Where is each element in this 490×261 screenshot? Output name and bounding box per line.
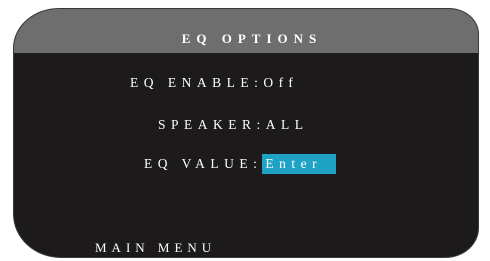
- speaker-label: SPEAKER: [158, 117, 257, 132]
- page-title: EQ OPTIONS: [181, 31, 323, 46]
- eq-value-label: EQ VALUE: [144, 156, 254, 171]
- eq-enable-label: EQ ENABLE: [130, 75, 255, 90]
- speaker-value[interactable]: ALL: [266, 115, 309, 135]
- separator: :: [254, 75, 264, 90]
- menu-item-eq-value[interactable]: EQ VALUE: Enter: [144, 154, 337, 174]
- menu-item-eq-enable[interactable]: EQ ENABLE:Off: [130, 73, 298, 93]
- main-menu-item[interactable]: MAIN MENU: [95, 239, 216, 257]
- eq-enable-value[interactable]: Off: [263, 73, 298, 93]
- separator: :: [256, 117, 266, 132]
- eq-options-panel: EQ OPTIONS EQ ENABLE:Off SPEAKER:ALL EQ …: [13, 8, 479, 258]
- separator: :: [253, 156, 263, 171]
- page: EQ OPTIONS EQ ENABLE:Off SPEAKER:ALL EQ …: [0, 0, 490, 261]
- menu-item-speaker[interactable]: SPEAKER:ALL: [158, 115, 309, 135]
- eq-value-enter-button[interactable]: Enter: [262, 154, 337, 174]
